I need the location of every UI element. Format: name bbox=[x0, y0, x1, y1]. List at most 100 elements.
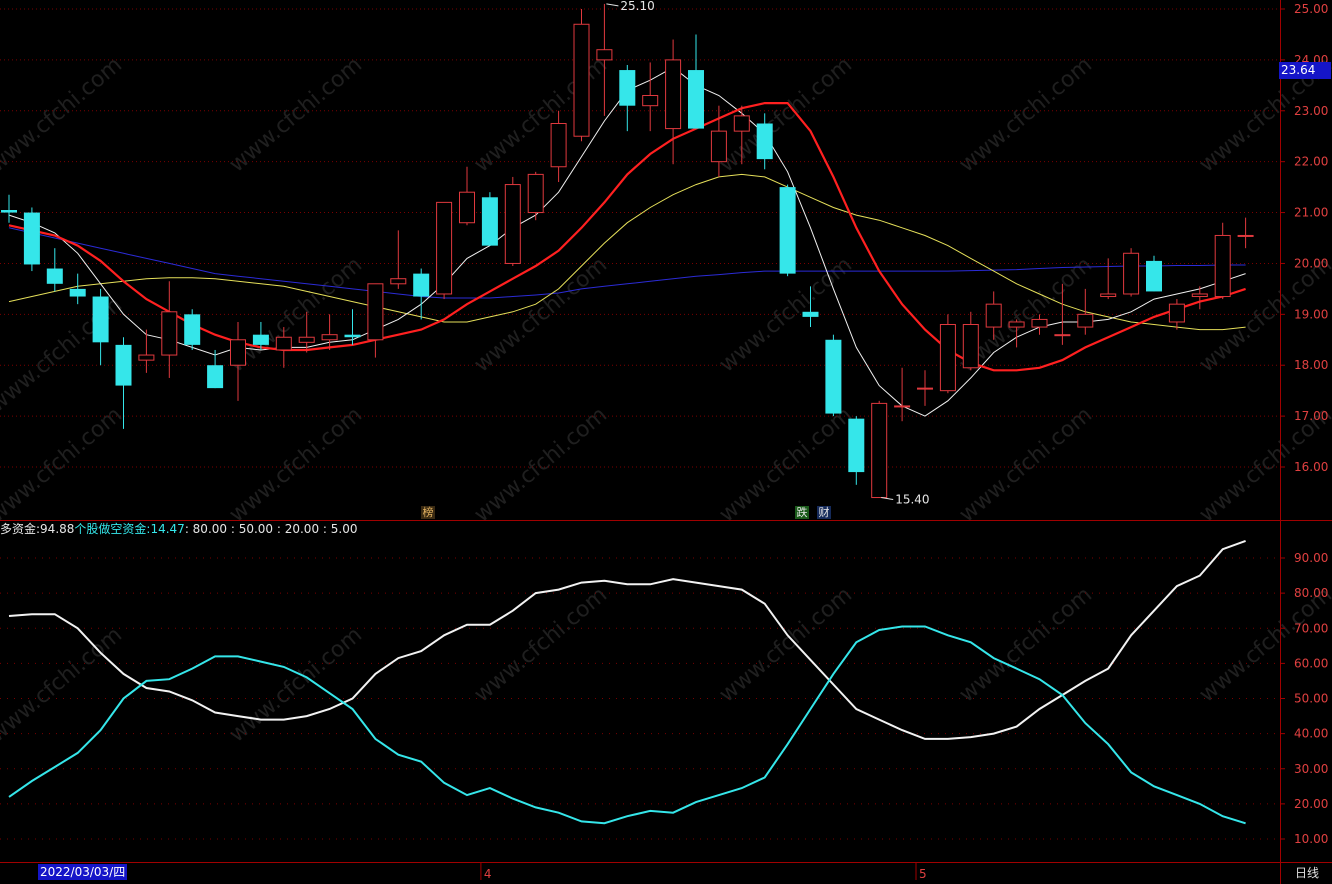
osc-tick-label: 10.00 bbox=[1294, 832, 1328, 846]
candle bbox=[1077, 288, 1094, 335]
event-marker-cai[interactable]: 财 bbox=[817, 506, 831, 519]
oscillator-legend: 多资金: 94.88 个股做空资金: 14.47 : 80.00 : 50.00… bbox=[0, 520, 357, 536]
candle bbox=[390, 230, 407, 289]
candle-body bbox=[985, 303, 1002, 328]
candle-body bbox=[161, 311, 178, 356]
candle bbox=[665, 39, 682, 165]
candle-body bbox=[825, 339, 842, 414]
event-marker-bang[interactable]: 榜 bbox=[421, 506, 435, 519]
candle-body bbox=[504, 184, 521, 264]
candle-body bbox=[367, 283, 384, 341]
candle-body bbox=[1214, 234, 1231, 298]
candle bbox=[550, 110, 567, 183]
legend-short-label: 个股做空资金: bbox=[74, 522, 151, 536]
last-price-label: 23.64 bbox=[1279, 62, 1331, 79]
price-tick-label: 23.00 bbox=[1294, 104, 1328, 118]
candle-body bbox=[252, 334, 269, 345]
candle-body bbox=[1077, 313, 1094, 328]
watermark-text: www.cfchi.com bbox=[955, 52, 1097, 177]
price-tick-label: 25.00 bbox=[1294, 2, 1328, 16]
candle-body bbox=[1168, 303, 1185, 323]
event-marker-die[interactable]: 跌 bbox=[795, 506, 809, 519]
watermark-text: www.cfchi.com bbox=[715, 52, 857, 177]
candle bbox=[504, 176, 521, 266]
candle-body bbox=[688, 70, 704, 129]
legend-long-value: 94.88 bbox=[40, 522, 75, 536]
candle bbox=[184, 309, 201, 350]
candle-body bbox=[573, 23, 590, 137]
candle-body bbox=[207, 365, 224, 389]
candle bbox=[230, 321, 246, 401]
candle bbox=[46, 248, 63, 292]
candle-body bbox=[756, 123, 773, 160]
candle bbox=[344, 309, 361, 345]
watermark-text: www.cfchi.com bbox=[0, 402, 127, 527]
candle bbox=[321, 314, 338, 350]
candle bbox=[1214, 222, 1231, 300]
date-tick-label: 5 bbox=[919, 867, 927, 881]
candle-body bbox=[1237, 234, 1254, 237]
candle-body bbox=[1031, 318, 1048, 328]
date-tick-label: 4 bbox=[484, 867, 492, 881]
watermark-text: www.cfchi.com bbox=[470, 402, 612, 527]
annotation-pointer bbox=[606, 3, 619, 7]
candle-body bbox=[848, 418, 865, 473]
candle bbox=[1146, 255, 1162, 292]
watermark-text: www.cfchi.com bbox=[0, 52, 127, 177]
osc-tick-label: 30.00 bbox=[1294, 762, 1328, 776]
candle-body bbox=[710, 130, 727, 163]
price-tick-label: 20.00 bbox=[1294, 256, 1328, 270]
candle bbox=[1237, 217, 1254, 249]
candle bbox=[69, 273, 86, 305]
candle-body bbox=[115, 344, 132, 386]
candle bbox=[92, 288, 109, 366]
osc-tick-label: 60.00 bbox=[1294, 656, 1328, 670]
candle bbox=[481, 192, 498, 246]
candle-body bbox=[871, 402, 888, 499]
candle bbox=[1168, 299, 1185, 330]
osc-tick-label: 20.00 bbox=[1294, 797, 1328, 811]
watermark-text: www.cfchi.com bbox=[470, 52, 612, 177]
candle bbox=[779, 184, 796, 277]
candle-body bbox=[1191, 293, 1208, 298]
candle bbox=[688, 34, 704, 129]
candle-body bbox=[413, 273, 430, 297]
candle bbox=[459, 166, 475, 226]
legend-long-prefix: 多资金: bbox=[0, 522, 41, 536]
long-fund-line bbox=[8, 539, 1246, 740]
oscillator-axis: 10.00 20.00 30.00 40.00 50.00 60.00 70.00 80.00… bbox=[1280, 551, 1328, 846]
candle-body bbox=[527, 173, 544, 214]
candle-body bbox=[1146, 260, 1162, 292]
candle bbox=[917, 370, 933, 406]
candle-body bbox=[894, 405, 911, 408]
price-tick-label: 19.00 bbox=[1294, 307, 1328, 321]
candle-body bbox=[939, 324, 956, 392]
chart-frame bbox=[0, 0, 1332, 884]
watermark-text: www.cfchi.com bbox=[225, 622, 367, 747]
price-tick-label: 21.00 bbox=[1294, 206, 1328, 220]
candle bbox=[1123, 248, 1140, 297]
candle-body bbox=[23, 212, 40, 265]
candle bbox=[962, 311, 979, 371]
cursor-date-label: 2022/03/03/四 bbox=[38, 864, 128, 880]
osc-tick-label: 70.00 bbox=[1294, 621, 1328, 635]
candle-body bbox=[802, 311, 819, 317]
watermark-text: www.cfchi.com bbox=[1195, 582, 1332, 707]
watermark-text: www.cfchi.com bbox=[225, 402, 367, 527]
price-tick-label: 17.00 bbox=[1294, 409, 1328, 423]
candle-body bbox=[1100, 293, 1117, 298]
candle-body bbox=[1054, 334, 1071, 337]
period-selector[interactable]: 日线 bbox=[1282, 864, 1332, 882]
candle bbox=[1, 194, 17, 223]
candle-body bbox=[184, 314, 201, 345]
annotation-label: 25.10 bbox=[620, 0, 654, 13]
stock-chart[interactable]: www.cfchi.com www.cfchi.com www.cfchi.com w… bbox=[0, 0, 1332, 884]
candle-body bbox=[779, 187, 796, 274]
candle-body bbox=[665, 59, 682, 130]
candle-body bbox=[642, 95, 659, 107]
osc-tick-label: 80.00 bbox=[1294, 586, 1328, 600]
candle bbox=[527, 171, 544, 221]
watermark-text: www.cfchi.com bbox=[470, 582, 612, 707]
price-tick-label: 16.00 bbox=[1294, 460, 1328, 474]
annotation-label: 15.40 bbox=[895, 493, 929, 507]
